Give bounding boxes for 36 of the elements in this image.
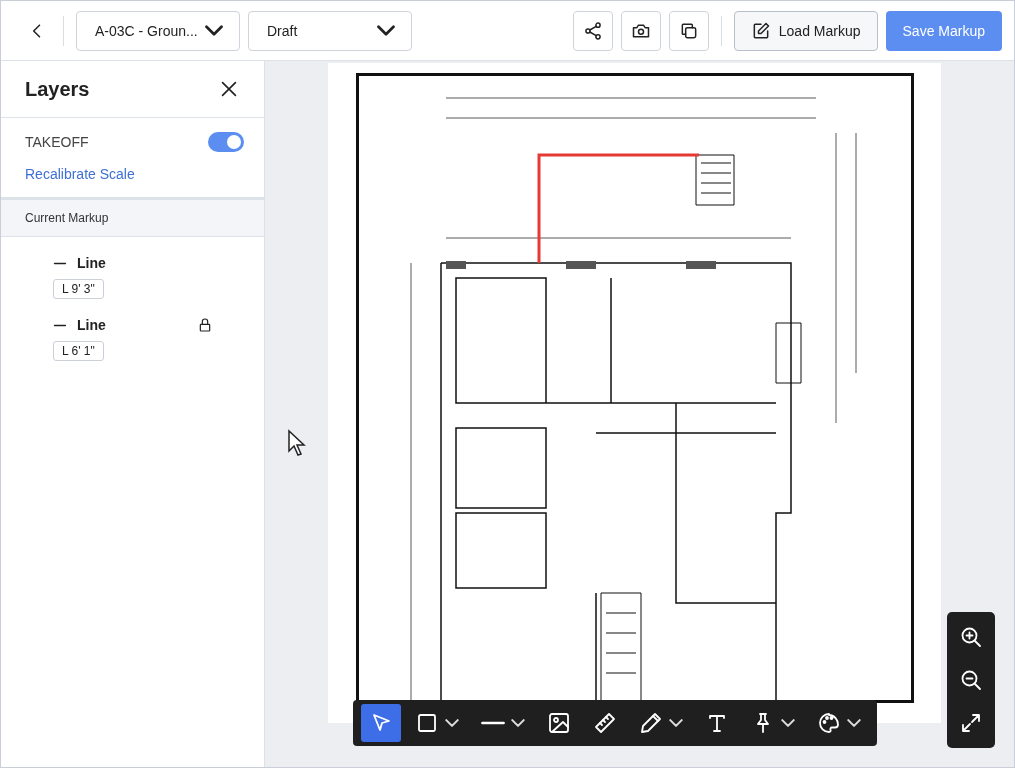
takeoff-toggle[interactable] bbox=[208, 132, 244, 152]
pencil-icon bbox=[639, 711, 663, 735]
zoom-out-icon bbox=[959, 668, 983, 692]
status-dropdown[interactable]: Draft bbox=[248, 10, 412, 51]
recalibrate-scale-link[interactable]: Recalibrate Scale bbox=[25, 166, 135, 182]
line-icon bbox=[481, 721, 505, 725]
lock-icon bbox=[197, 317, 213, 333]
rectangle-icon bbox=[415, 711, 439, 735]
layer-name[interactable]: Line bbox=[77, 255, 213, 271]
caret-icon bbox=[511, 719, 525, 727]
caret-icon bbox=[781, 719, 795, 727]
caret-icon bbox=[445, 719, 459, 727]
copy-button[interactable] bbox=[668, 10, 709, 51]
ruler-icon bbox=[593, 711, 617, 735]
layer-name[interactable]: Line bbox=[77, 317, 187, 333]
panel-title: Layers bbox=[25, 77, 90, 101]
sheet-dropdown[interactable]: A-03C - Groun... bbox=[76, 10, 240, 51]
camera-button[interactable] bbox=[620, 10, 661, 51]
takeoff-label: TAKEOFF bbox=[25, 134, 89, 150]
measurement-tag: L 9' 3" bbox=[53, 279, 104, 299]
line-icon bbox=[53, 261, 67, 265]
caret-icon bbox=[669, 719, 683, 727]
measurement-tag: L 6' 1" bbox=[53, 341, 104, 361]
image-icon bbox=[547, 711, 571, 735]
section-header: Current Markup bbox=[1, 200, 264, 237]
zoom-in-icon bbox=[959, 625, 983, 650]
cursor-icon bbox=[287, 429, 307, 457]
line-icon bbox=[53, 323, 67, 327]
chevron-down-icon bbox=[205, 25, 223, 36]
select-tool-button[interactable] bbox=[361, 704, 401, 742]
chevron-down-icon bbox=[377, 25, 395, 36]
load-markup-button[interactable]: Load Markup bbox=[733, 10, 878, 51]
caret-icon bbox=[847, 719, 861, 727]
palette-icon bbox=[817, 711, 841, 735]
share-icon bbox=[582, 20, 603, 41]
share-button[interactable] bbox=[572, 10, 613, 51]
